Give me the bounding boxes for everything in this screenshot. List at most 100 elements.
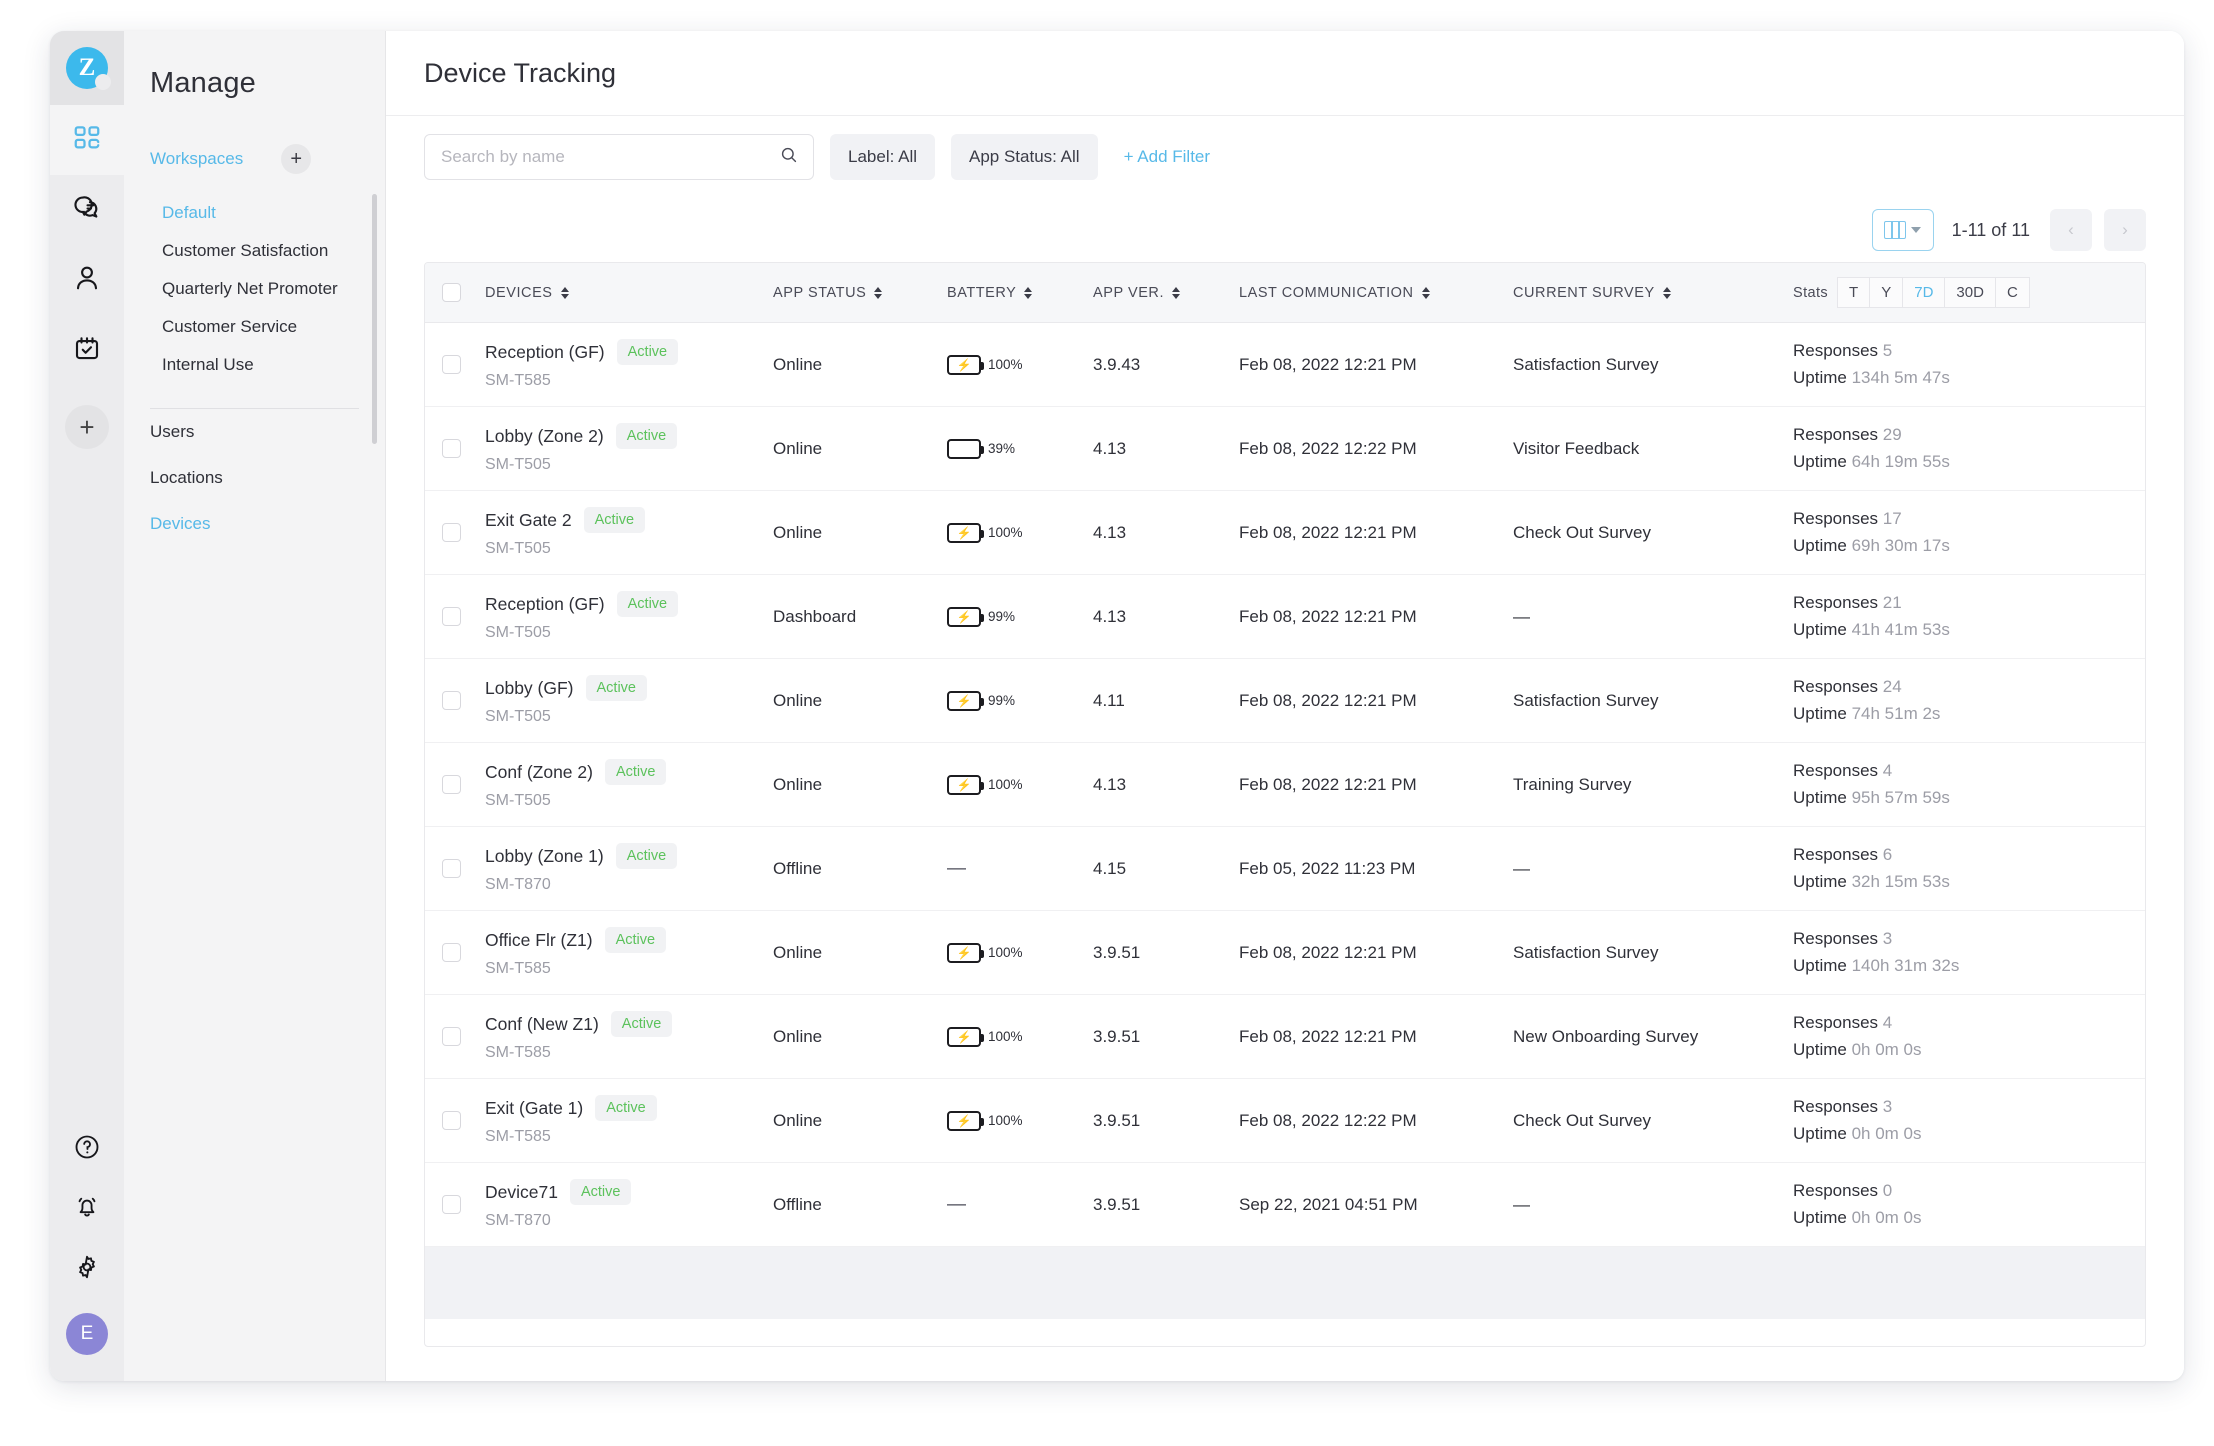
sidebar-item-default[interactable]: Default <box>124 194 385 232</box>
sidebar-item-quarterly-net-promoter[interactable]: Quarterly Net Promoter <box>124 270 385 308</box>
gear-icon[interactable] <box>67 1247 107 1287</box>
search-box[interactable] <box>424 134 814 180</box>
sort-icon <box>1024 286 1033 299</box>
stats-range-y[interactable]: Y <box>1869 277 1904 308</box>
app-status-cell: Online <box>773 690 823 710</box>
row-checkbox[interactable] <box>441 607 461 626</box>
sidebar-item-customer-satisfaction[interactable]: Customer Satisfaction <box>124 232 385 270</box>
battery-icon: ⚡ <box>947 690 984 711</box>
table-row[interactable]: Office Flr (Z1) Active SM-T585 Online ⚡ 100% 3… <box>425 911 2145 995</box>
status-badge: Active <box>616 339 679 365</box>
rail-add-button[interactable]: + <box>65 405 109 449</box>
column-label-stats: Stats <box>1793 284 1829 301</box>
table-row[interactable]: Lobby (Zone 2) Active SM-T505 Online 39% 4.13… <box>425 407 2145 491</box>
sidebar-item-devices[interactable]: Devices <box>124 501 385 547</box>
row-checkbox[interactable] <box>441 775 461 794</box>
row-checkbox[interactable] <box>441 1195 461 1214</box>
uptime-value: 95h 57m 59s <box>1851 788 1950 807</box>
status-badge: Active <box>615 843 678 869</box>
filter-chip-label[interactable]: Label: All <box>830 134 935 180</box>
search-input[interactable] <box>441 147 779 167</box>
table-row[interactable]: Conf (New Z1) Active SM-T585 Online ⚡ 100% 3.9… <box>425 995 2145 1079</box>
app-version-cell: 3.9.51 <box>1093 1110 1141 1130</box>
responses-value: 17 <box>1882 509 1902 528</box>
add-workspace-button[interactable]: + <box>281 144 312 174</box>
table-footer-spacer <box>425 1247 2145 1319</box>
table-row[interactable]: Reception (GF) Active SM-T505 Dashboard ⚡ 99%… <box>425 575 2145 659</box>
charging-bolt-icon: ⚡ <box>956 1029 972 1044</box>
table-row[interactable]: Lobby (Zone 1) Active SM-T870 Offline — 4.15 F… <box>425 827 2145 911</box>
stats-range-c[interactable]: C <box>1994 277 2030 308</box>
responses-line: Responses 4 <box>1793 761 1893 780</box>
table-row[interactable]: Device71 Active SM-T870 Offline — 3.9.51 Sep 2… <box>425 1163 2145 1247</box>
table-row[interactable]: Exit (Gate 1) Active SM-T585 Online ⚡ 100% 3.9… <box>425 1079 2145 1163</box>
charging-bolt-icon: ⚡ <box>956 357 972 372</box>
table-row[interactable]: Conf (Zone 2) Active SM-T505 Online ⚡ 100% 4.1… <box>425 743 2145 827</box>
uptime-value: 74h 51m 2s <box>1851 704 1941 723</box>
table-row[interactable]: Exit Gate 2 Active SM-T505 Online ⚡ 100% 4.13 F… <box>425 491 2145 575</box>
column-header-battery[interactable]: BATTERY <box>947 285 1093 301</box>
rail-item-apps[interactable] <box>50 105 124 175</box>
column-picker-button[interactable] <box>1871 209 1934 251</box>
next-page-button[interactable]: › <box>2104 209 2146 251</box>
column-header-devices[interactable]: DEVICES <box>485 285 773 301</box>
rail-item-messages[interactable] <box>50 175 124 245</box>
battery-percent: 100% <box>988 525 1023 540</box>
last-communication-cell: Feb 08, 2022 12:21 PM <box>1239 690 1417 710</box>
main-header: Device Tracking <box>386 31 2184 116</box>
rail-item-people[interactable] <box>50 245 124 315</box>
help-circle-icon[interactable] <box>67 1127 107 1167</box>
row-checkbox[interactable] <box>441 355 461 374</box>
sort-icon <box>1172 286 1181 299</box>
status-badge: Active <box>585 675 647 701</box>
row-checkbox[interactable] <box>441 523 461 542</box>
sidebar-item-users[interactable]: Users <box>124 409 385 455</box>
column-header-current-survey[interactable]: CURRENT SURVEY <box>1513 285 1793 301</box>
battery-icon: ⚡ <box>947 1026 984 1047</box>
row-checkbox[interactable] <box>441 691 461 710</box>
row-checkbox[interactable] <box>441 1111 461 1130</box>
bell-icon[interactable] <box>67 1187 107 1227</box>
prev-page-button[interactable]: ‹ <box>2050 209 2092 251</box>
stats-range-7d[interactable]: 7D <box>1902 277 1946 308</box>
chevron-down-icon <box>1911 227 1922 233</box>
responses-value: 4 <box>1882 1013 1893 1032</box>
filter-chip-app-status[interactable]: App Status: All <box>951 134 1098 180</box>
main-content: Device Tracking Label: All App Status: A… <box>386 31 2184 1381</box>
column-header-app-status[interactable]: APP STATUS <box>773 285 947 301</box>
rail-item-schedule[interactable] <box>50 315 124 385</box>
stats-range-30d[interactable]: 30D <box>1944 277 1996 308</box>
column-header-last-communication[interactable]: LAST COMMUNICATION <box>1239 285 1513 301</box>
row-checkbox[interactable] <box>441 943 461 962</box>
avatar[interactable]: E <box>66 1313 108 1355</box>
table-row[interactable]: Reception (GF) Active SM-T585 Online ⚡ 100% 3.… <box>425 323 2145 407</box>
sidebar-item-internal-use[interactable]: Internal Use <box>124 346 385 384</box>
app-version-cell: 3.9.43 <box>1093 354 1141 374</box>
status-badge: Active <box>583 507 646 533</box>
workspaces-header: Workspaces + <box>150 144 385 174</box>
table-row[interactable]: Lobby (GF) Active SM-T505 Online ⚡ 99% 4.11 Feb… <box>425 659 2145 743</box>
columns-icon <box>1884 221 1907 239</box>
select-all-cell <box>425 283 477 302</box>
last-communication-cell: Feb 08, 2022 12:21 PM <box>1239 942 1417 962</box>
workspaces-label[interactable]: Workspaces <box>150 149 243 169</box>
select-all-checkbox[interactable] <box>441 283 461 302</box>
responses-value: 5 <box>1882 341 1893 360</box>
uptime-value: 140h 31m 32s <box>1851 956 1960 975</box>
workspaces-scrollbar[interactable] <box>372 194 377 444</box>
add-filter-button[interactable]: + Add Filter <box>1124 147 1210 167</box>
responses-value: 3 <box>1882 1097 1893 1116</box>
sidebar-item-customer-service[interactable]: Customer Service <box>124 308 385 346</box>
charging-bolt-icon: ⚡ <box>956 525 972 540</box>
uptime-line: Uptime 41h 41m 53s <box>1793 620 1950 639</box>
column-header-app-ver[interactable]: APP VER. <box>1093 285 1239 301</box>
row-checkbox[interactable] <box>441 1027 461 1046</box>
row-checkbox[interactable] <box>441 859 461 878</box>
device-cell: Conf (New Z1) Active SM-T585 <box>477 1011 773 1062</box>
sidebar-item-locations[interactable]: Locations <box>124 455 385 501</box>
app-logo[interactable]: Z <box>50 31 124 105</box>
row-checkbox[interactable] <box>441 439 461 458</box>
column-label-devices: DEVICES <box>485 284 553 301</box>
uptime-line: Uptime 95h 57m 59s <box>1793 788 1950 807</box>
stats-range-t[interactable]: T <box>1837 277 1871 308</box>
